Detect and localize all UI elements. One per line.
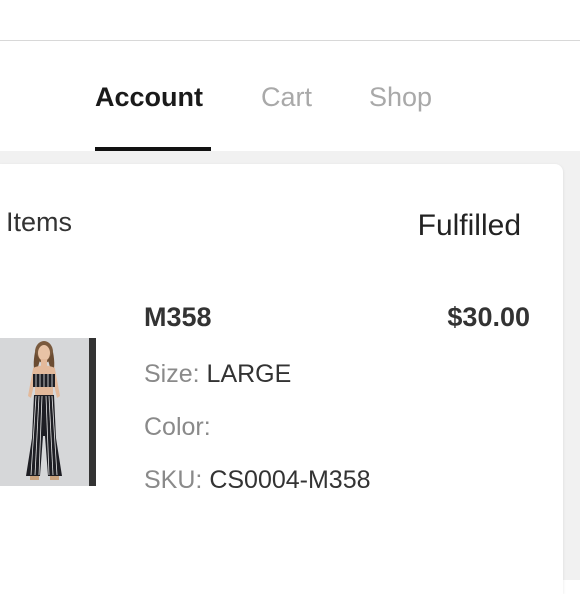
tab-shop[interactable]: Shop [369,81,432,113]
image-border-edge [89,338,96,486]
sku-label: SKU: [144,466,203,494]
tab-cart[interactable]: Cart [261,81,312,113]
product-image[interactable] [0,338,96,486]
item-color: Color: [144,413,211,442]
striped-outfit-photo-icon [0,338,96,486]
top-header-strip [0,0,580,40]
tab-bar: Account Cart Shop [0,41,580,152]
item-price: $30.00 [447,302,530,332]
items-heading: Items [6,207,73,237]
order-status: Fulfilled [417,209,521,242]
item-name: M358 [144,302,212,332]
sku-value: CS0004-M358 [209,466,371,494]
size-value: LARGE [206,360,292,388]
color-label: Color: [144,413,211,441]
item-sku: SKU: CS0004-M358 [144,466,371,495]
item-size: Size: LARGE [144,360,291,389]
size-label: Size: [144,360,200,388]
tab-account[interactable]: Account [95,81,203,113]
order-card: Items Fulfilled M358 $30.00 Size: LARGE … [0,164,563,594]
